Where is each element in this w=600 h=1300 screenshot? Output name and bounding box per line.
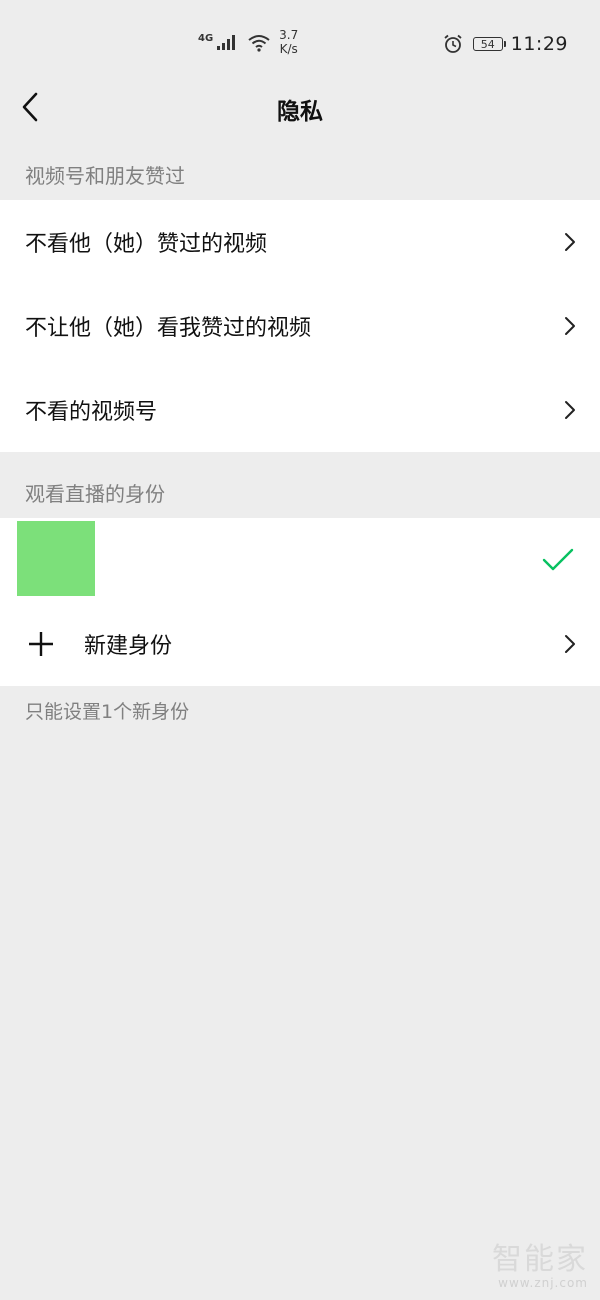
speed-unit: K/s	[279, 42, 298, 56]
identity-footnote: 只能设置1个新身份	[25, 701, 190, 723]
status-network-group: 4G 3.7 K/s	[198, 28, 298, 60]
watermark-title: 智能家	[492, 1242, 588, 1277]
new-identity-button[interactable]: 新建身份	[0, 602, 600, 686]
chevron-right-icon	[565, 317, 575, 335]
network-speed: 3.7 K/s	[279, 28, 298, 56]
checkmark-icon	[542, 548, 574, 571]
list-item-hide-their-liked-videos[interactable]: 不看他（她）赞过的视频	[0, 200, 600, 284]
section-header-channels: 视频号和朋友赞过	[25, 164, 185, 188]
list-item-hide-my-liked-videos[interactable]: 不让他（她）看我赞过的视频	[0, 284, 600, 368]
nav-bar: 隐私	[0, 76, 600, 138]
battery-indicator: 54	[472, 37, 506, 51]
list-item-label: 不看他（她）赞过的视频	[25, 232, 268, 257]
signal-icon	[217, 35, 236, 50]
list-item-label: 不看的视频号	[25, 400, 158, 425]
section-header-live-identity: 观看直播的身份	[25, 482, 165, 506]
avatar	[17, 521, 95, 596]
new-identity-label: 新建身份	[84, 634, 173, 659]
speed-value: 3.7	[279, 28, 299, 42]
page-title: 隐私	[277, 99, 323, 125]
clock-time: 11:29	[510, 33, 568, 55]
chevron-right-icon	[565, 635, 575, 653]
chevron-right-icon	[565, 401, 575, 419]
chevron-right-icon	[565, 233, 575, 251]
network-type: 4G	[198, 33, 214, 44]
watermark: 智能家 www.znj.com	[492, 1242, 588, 1291]
watermark-url: www.znj.com	[498, 1276, 588, 1290]
live-identity-card: 新建身份	[0, 518, 600, 686]
plus-icon	[29, 632, 53, 656]
list-item-label: 不让他（她）看我赞过的视频	[25, 316, 312, 341]
alarm-icon	[444, 34, 462, 53]
wifi-icon	[248, 35, 270, 52]
list-item-blocked-channels[interactable]: 不看的视频号	[0, 368, 600, 452]
channels-card: 不看他（她）赞过的视频 不让他（她）看我赞过的视频 不看的视频号	[0, 200, 600, 452]
status-bar: 4G 3.7 K/s 54 11:29	[0, 0, 600, 86]
status-right-group: 54 11:29	[443, 30, 568, 58]
identity-option-current[interactable]	[0, 518, 600, 602]
